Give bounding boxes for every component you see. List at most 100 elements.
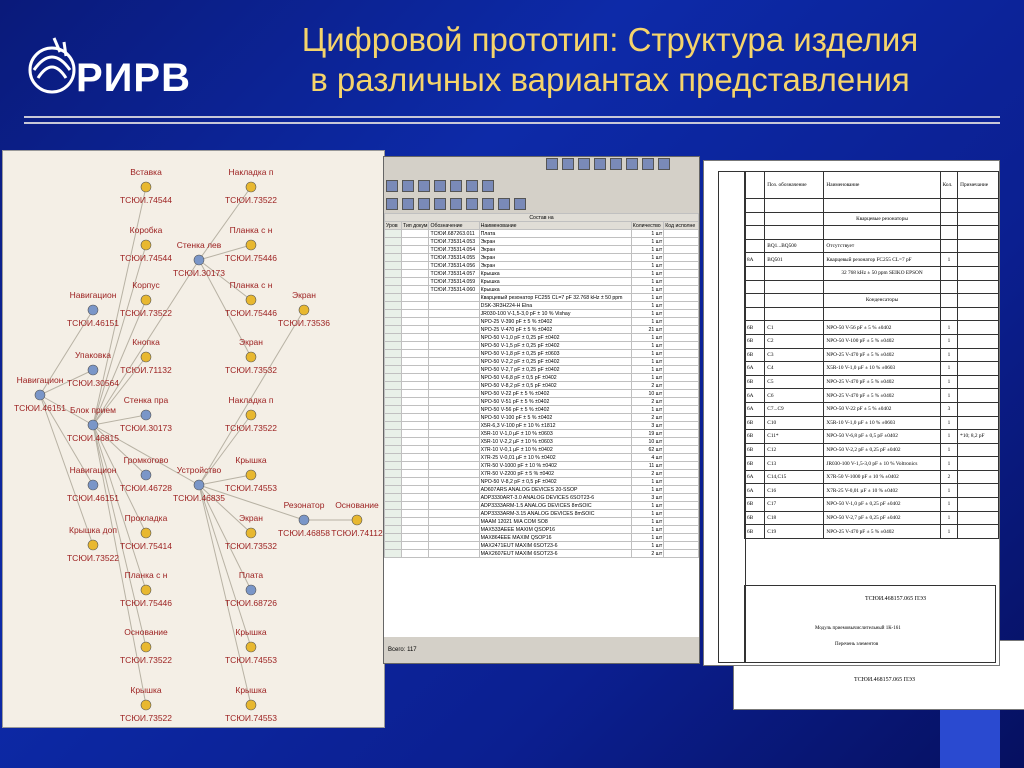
toolbar-button[interactable] [402, 180, 414, 192]
table-row[interactable]: NPO-50 V-6,8 pF ± 0,5 pF ±0402 1 шт [384, 373, 699, 382]
tree-node[interactable]: Стенка лев ТСЮИ.30173 [173, 240, 225, 278]
tree-node[interactable]: Блок прием ТСЮИ.46815 [67, 405, 119, 443]
table-row[interactable]: ADP3333ARM-3.15 ANALOG DEVICES 8mSOIC 1 ш… [384, 509, 699, 518]
table-row[interactable]: NPO-50 V-2,2 pF ± 0,25 pF ±0402 1 шт [384, 357, 699, 366]
tree-node[interactable]: Навигацион ТСЮИ.46151 [67, 290, 119, 328]
table-row[interactable]: MAX2471EUT MAXIM 6SOT23-6 1 шт [384, 541, 699, 550]
table-row[interactable]: X5R-6,3 V-100 pF ± 10 % ±1812 3 шт [384, 421, 699, 430]
table-row[interactable]: ТСЮИ.735314.053 Экран 1 шт [384, 237, 699, 246]
table-row[interactable]: ТСЮИ.735314.055 Экран 1 шт [384, 253, 699, 262]
table-row[interactable]: NPO-50 V-22 pF ± 5 % ±0402 10 шт [384, 389, 699, 398]
table-row[interactable]: X5R-10 V-2,2 µF ± 10 % ±0603 10 шт [384, 437, 699, 446]
table-row[interactable]: NPO-50 V-100 pF ± 5 % ±0402 2 шт [384, 413, 699, 422]
table-row[interactable]: NPO-25 V-390 pF ± 5 % ±0402 1 шт [384, 317, 699, 326]
toolbar-button[interactable] [610, 158, 622, 170]
table-row[interactable]: DSK-3R3H224-H Elna 1 шт [384, 301, 699, 310]
toolbar-button[interactable] [562, 158, 574, 170]
toolbar-button[interactable] [658, 158, 670, 170]
toolbar-button[interactable] [498, 198, 510, 210]
toolbar-button[interactable] [482, 180, 494, 192]
table-row[interactable]: NPO-50 V-56 pF ± 5 % ±0402 1 шт [384, 405, 699, 414]
document-cell: 6А [743, 483, 766, 499]
table-row[interactable]: MAAM 12021 M/A COM SO8 1 шт [384, 517, 699, 526]
table-row[interactable]: ADP3333ARM-1.5 ANALOG DEVICES 8mSOIC 1 шт [384, 501, 699, 510]
tree-node[interactable]: Резонатор ТСЮИ.46858 [278, 500, 330, 538]
tree-node[interactable]: Планка с н ТСЮИ.75446 [120, 570, 172, 608]
column-header[interactable]: Обозначение [428, 221, 480, 230]
table-row[interactable]: ТСЮИ.687263.011 Плата 1 шт [384, 229, 699, 238]
toolbar-button[interactable] [482, 198, 494, 210]
toolbar-button[interactable] [626, 158, 638, 170]
tree-node[interactable]: Упаковка ТСЮИ.30564 [67, 350, 119, 388]
toolbar-button[interactable] [450, 180, 462, 192]
column-header[interactable]: Количество [630, 221, 665, 230]
tree-node[interactable]: Основание ТСЮИ.74112 [331, 500, 383, 538]
toolbar-button[interactable] [418, 198, 430, 210]
toolbar-button[interactable] [434, 180, 446, 192]
table-row[interactable]: X7R-50 V-2200 pF ± 5 % ±0402 2 шт [384, 469, 699, 478]
table-row[interactable]: ТСЮИ.735314.057 Крышка 1 шт [384, 269, 699, 278]
tree-node[interactable]: Основание ТСЮИ.73522 [120, 627, 172, 665]
tree-node[interactable]: Экран ТСЮИ.73532 [225, 337, 277, 375]
toolbar-button[interactable] [386, 198, 398, 210]
column-header[interactable]: Уров [384, 221, 402, 230]
tree-node[interactable]: Планка с н ТСЮИ.75446 [225, 280, 277, 318]
table-row[interactable]: NPO-50 V-1,8 pF ± 0,25 pF ±0603 1 шт [384, 349, 699, 358]
tree-node[interactable]: Накладка п ТСЮИ.73522 [225, 395, 277, 433]
column-header[interactable]: Код исполне [663, 221, 699, 230]
toolbar-button[interactable] [514, 198, 526, 210]
tree-node[interactable]: Вставка ТСЮИ.74544 [120, 167, 172, 205]
toolbar-button[interactable] [434, 198, 446, 210]
table-row[interactable]: NPO-50 V-8,2 pF ± 0,5 pF ±0402 1 шт [384, 477, 699, 486]
tree-node[interactable]: Коробка ТСЮИ.74544 [120, 225, 172, 263]
column-header[interactable]: Тип докум [400, 221, 430, 230]
table-row[interactable]: MAX864EEE MAXIM QSOP16 1 шт [384, 533, 699, 542]
table-row[interactable]: NPO-50 V-2,7 pF ± 0,25 pF ±0402 1 шт [384, 365, 699, 374]
tree-node[interactable]: Устройство ТСЮИ.46835 [173, 465, 225, 503]
table-row[interactable]: NPO-50 V-1,5 pF ± 0,25 pF ±0402 1 шт [384, 341, 699, 350]
table-row[interactable]: JR030-100 V-1,5-3,0 pF ± 10 % Vishay 1 шт [384, 309, 699, 318]
table-row[interactable]: NPO-50 V-1,0 pF ± 0,25 pF ±0402 1 шт [384, 333, 699, 342]
tree-node[interactable]: Корпус ТСЮИ.73522 [120, 280, 172, 318]
toolbar-button[interactable] [450, 198, 462, 210]
tree-node[interactable]: Крышка ТСЮИ.73522 [120, 685, 172, 723]
table-row[interactable]: ТСЮИ.735314.059 Крышка 1 шт [384, 277, 699, 286]
toolbar-button[interactable] [418, 180, 430, 192]
toolbar-button[interactable] [546, 158, 558, 170]
table-row[interactable]: ТСЮИ.735314.054 Экран 1 шт [384, 245, 699, 254]
tree-node[interactable]: Крышка ТСЮИ.74553 [225, 455, 277, 493]
table-row[interactable]: ТСЮИ.735314.056 Экран 1 шт [384, 261, 699, 270]
tree-node[interactable]: Накладка п ТСЮИ.73522 [225, 167, 277, 205]
table-row[interactable]: NPO-50 V-8,2 pF ± 0,5 pF ±0402 2 шт [384, 381, 699, 390]
table-row[interactable]: AD607ARS ANALOG DEVICES 20-SSOP 1 шт [384, 485, 699, 494]
tree-node[interactable]: Крышка ТСЮИ.74553 [225, 627, 277, 665]
table-row[interactable]: MAX2607EUT MAXIM 6SOT23-6 2 шт [384, 549, 699, 558]
table-cell [428, 333, 480, 342]
toolbar-button[interactable] [466, 198, 478, 210]
table-row[interactable]: X7R-10 V-0,1 µF ± 10 % ±0402 62 шт [384, 445, 699, 454]
tree-node[interactable]: Крышка ТСЮИ.74553 [225, 685, 277, 723]
table-row[interactable]: ТСЮИ.735314.060 Крышка 1 шт [384, 285, 699, 294]
toolbar-button[interactable] [466, 180, 478, 192]
tree-node[interactable]: Планка с н ТСЮИ.75446 [225, 225, 277, 263]
tree-node[interactable]: Громкогово ТСЮИ.46728 [120, 455, 172, 493]
column-header[interactable]: Наименование [478, 221, 632, 230]
tree-node[interactable]: Навигацион ТСЮИ.46151 [14, 375, 66, 413]
table-row[interactable]: X7R-50 V-1000 pF ± 10 % ±0402 11 шт [384, 461, 699, 470]
tree-node[interactable]: Экран ТСЮИ.73532 [225, 513, 277, 551]
tree-node[interactable]: Стенка пра ТСЮИ.30173 [120, 395, 172, 433]
toolbar-button[interactable] [402, 198, 414, 210]
table-row[interactable]: NPO-25 V-470 pF ± 5 % ±0402 21 шт [384, 325, 699, 334]
toolbar-button[interactable] [642, 158, 654, 170]
table-row[interactable]: NPO-50 V-51 pF ± 5 % ±0402 2 шт [384, 397, 699, 406]
table-row[interactable]: MAX533AEEE MAXIM QSOP16 1 шт [384, 525, 699, 534]
toolbar-button[interactable] [386, 180, 398, 192]
table-row[interactable]: Кварцевый резонатор FC255 CL=7 pF 32.768… [384, 293, 699, 302]
tree-node[interactable]: Крышка доп ТСЮИ.73522 [67, 525, 119, 563]
table-row[interactable]: X5R-10 V-1,0 µF ± 10 % ±0603 19 шт [384, 429, 699, 438]
table-row[interactable]: X7R-25 V-0,01 µF ± 10 % ±0402 4 шт [384, 453, 699, 462]
tree-node[interactable]: Экран ТСЮИ.73536 [278, 290, 330, 328]
toolbar-button[interactable] [578, 158, 590, 170]
table-row[interactable]: ADP3330ART-3.0 ANALOG DEVICES 6SOT23-6 3 … [384, 493, 699, 502]
toolbar-button[interactable] [594, 158, 606, 170]
